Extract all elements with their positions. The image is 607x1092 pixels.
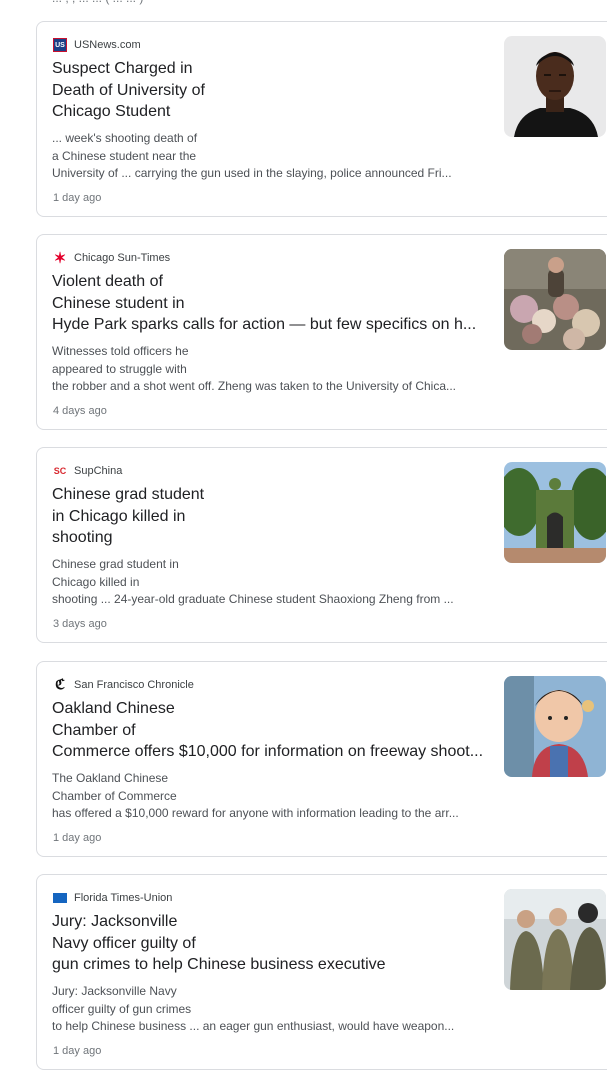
news-age: 4 days ago (53, 405, 107, 417)
news-snippet: ... week's shooting death of a Chinese s… (52, 131, 452, 180)
news-snippet: Witnesses told officers he appeared to s… (52, 344, 457, 393)
news-title[interactable]: Violent death of Chinese student in Hyde… (52, 271, 492, 336)
chicago-star-logo-icon: ✶ (53, 250, 67, 267)
mugshot-photo[interactable] (504, 36, 606, 137)
memorial-flowers-photo[interactable] (504, 249, 606, 350)
news-source[interactable]: ✶ Chicago Sun-Times (53, 250, 171, 267)
news-card[interactable]: SC SupChina Chinese grad student in Chic… (36, 447, 607, 643)
source-name: USNews.com (74, 39, 141, 51)
news-card[interactable]: US USNews.com Suspect Charged in Death o… (36, 21, 607, 217)
news-age: 1 day ago (53, 832, 102, 844)
news-age: 1 day ago (53, 1045, 102, 1057)
news-title[interactable]: Oakland Chinese Chamber of Commerce offe… (52, 698, 492, 763)
news-source[interactable]: ℭ San Francisco Chronicle (53, 677, 194, 693)
previous-result-text: ... , , ... ... ( ... ... ) (52, 0, 143, 5)
news-card[interactable]: ✶ Chicago Sun-Times Violent death of Chi… (36, 234, 607, 430)
news-snippet: The Oakland Chinese Chamber of Commerce … (52, 771, 459, 820)
news-source[interactable]: SC SupChina (53, 464, 123, 478)
source-name: San Francisco Chronicle (74, 679, 194, 691)
news-age: 1 day ago (53, 192, 102, 204)
news-snippet: Jury: Jacksonville Navy officer guilty o… (52, 984, 455, 1033)
source-name: SupChina (74, 465, 123, 477)
times-union-logo-icon (53, 893, 67, 903)
news-title[interactable]: Chinese grad student in Chicago killed i… (52, 484, 492, 549)
navy-officers-photo[interactable] (504, 889, 606, 990)
news-title[interactable]: Suspect Charged in Death of University o… (52, 58, 492, 123)
news-source[interactable]: Florida Times-Union (53, 891, 172, 905)
supchina-logo-icon: SC (53, 466, 67, 476)
news-card[interactable]: ℭ San Francisco Chronicle Oakland Chines… (36, 661, 607, 857)
usnews-logo-icon: US (53, 38, 67, 52)
news-snippet: Chinese grad student in Chicago killed i… (52, 557, 454, 606)
source-name: Chicago Sun-Times (74, 252, 171, 264)
source-name: Florida Times-Union (74, 892, 173, 904)
news-age: 3 days ago (53, 618, 107, 630)
news-title[interactable]: Jury: Jacksonville Navy officer guilty o… (52, 911, 492, 976)
child-photo[interactable] (504, 676, 606, 777)
news-source[interactable]: US USNews.com (53, 38, 141, 52)
campus-gate-photo[interactable] (504, 462, 606, 563)
news-card[interactable]: Florida Times-Union Jury: Jacksonville N… (36, 874, 607, 1070)
sf-chronicle-logo-icon: ℭ (55, 677, 65, 693)
